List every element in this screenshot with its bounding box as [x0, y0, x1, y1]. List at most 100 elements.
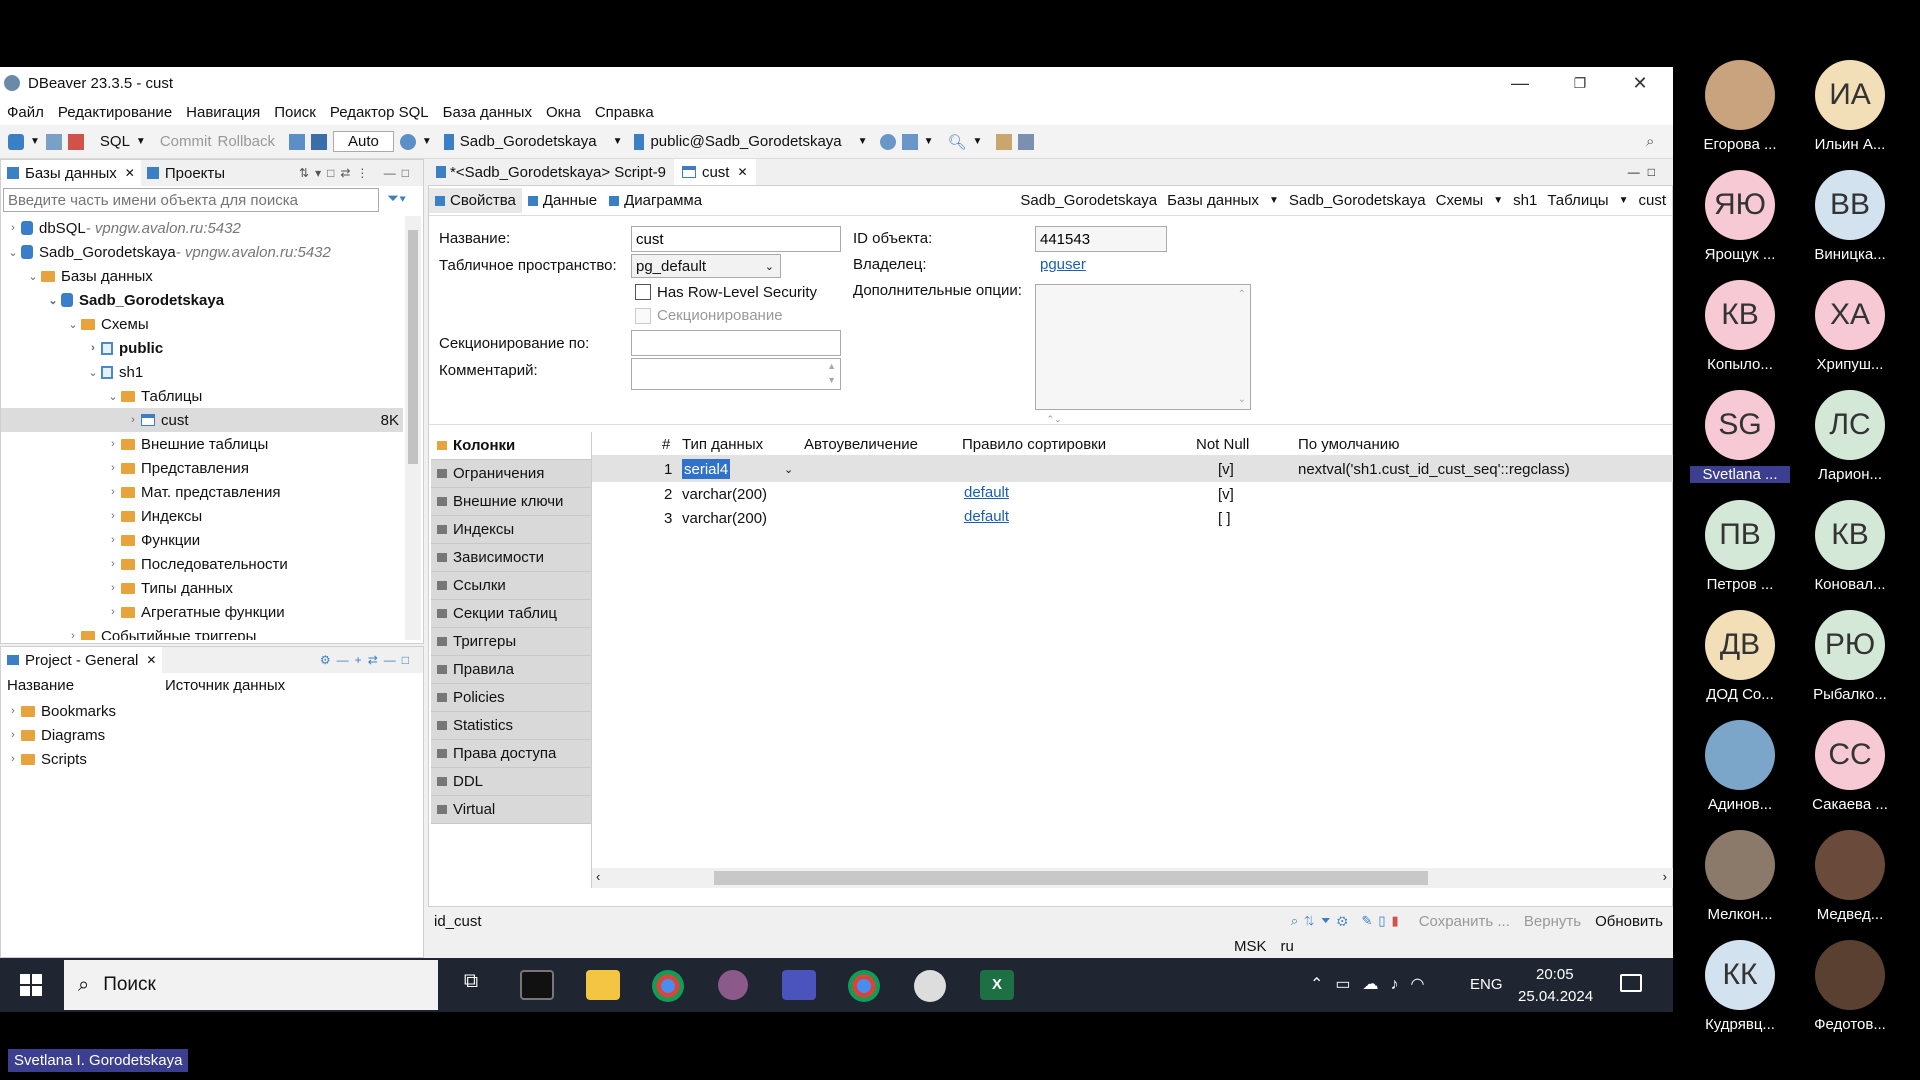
tab-cust[interactable]: cust ✕ [673, 159, 756, 185]
teams-icon[interactable] [782, 970, 816, 1000]
col-name-header[interactable]: Название [7, 677, 74, 694]
schema-selector[interactable]: public@Sadb_Gorodetskaya [650, 133, 841, 150]
dropdown-icon[interactable]: ▼ [613, 136, 623, 147]
navigator-scrollbar[interactable] [405, 216, 421, 640]
expand-icon[interactable]: › [105, 558, 121, 570]
participant-avatar[interactable] [1815, 830, 1885, 900]
dropdown-icon[interactable]: ▼ [1619, 195, 1629, 206]
col-header-default[interactable]: По умолчанию [1298, 432, 1399, 456]
menu-window[interactable]: Окна [539, 104, 588, 121]
expand-icon[interactable]: › [105, 534, 121, 546]
dbeaver-taskbar-icon[interactable] [914, 970, 946, 1002]
section-permissions[interactable]: Права доступа [431, 740, 591, 768]
type-cell[interactable]: varchar(200) [682, 506, 767, 530]
refresh-button[interactable]: Обновить [1595, 913, 1663, 930]
owner-link[interactable]: pguser [1040, 256, 1086, 273]
expand-icon[interactable]: › [85, 342, 101, 354]
type-cell[interactable]: varchar(200) [682, 482, 767, 506]
col-header-type[interactable]: Тип данных [682, 432, 763, 456]
collapse-icon[interactable]: ⌄ [5, 246, 21, 259]
start-button[interactable] [0, 958, 62, 1012]
revert-button[interactable]: Вернуть [1524, 913, 1581, 930]
tree-item[interactable]: › Функции [105, 528, 200, 552]
dropdown-icon[interactable]: ▼ [973, 136, 983, 147]
dropdown-icon[interactable]: ▼ [858, 136, 868, 147]
tree-schemas[interactable]: ⌄ Схемы [65, 312, 148, 336]
notnull-cell[interactable]: [v] [1218, 457, 1234, 481]
tablespace-select[interactable]: pg_default ⌄ [631, 254, 781, 278]
type-editor[interactable]: serial4 [682, 459, 731, 479]
dropdown-icon[interactable]: ▼ [1269, 195, 1279, 206]
section-dependencies[interactable]: Зависимости [431, 544, 591, 572]
grid-icon[interactable] [996, 133, 1013, 150]
scroll-thumb[interactable] [714, 871, 1428, 885]
participant-avatar[interactable]: СС [1815, 720, 1885, 790]
default-cell[interactable]: nextval('sh1.cust_id_cust_seq'::regclass… [1298, 457, 1570, 481]
section-rules[interactable]: Правила [431, 656, 591, 684]
participant-avatar[interactable]: КК [1705, 940, 1775, 1010]
col-source-header[interactable]: Источник данных [165, 677, 285, 694]
global-search-icon[interactable]: ⌕ [1646, 133, 1654, 150]
menu-navigate[interactable]: Навигация [179, 104, 267, 121]
input-language[interactable]: ENG [1470, 976, 1503, 993]
expand-icon[interactable]: › [105, 462, 121, 474]
editor-min-max-icon[interactable]: —□ [1628, 165, 1663, 179]
chevron-down-icon[interactable]: ⌄ [784, 457, 793, 481]
participant-avatar[interactable] [1815, 940, 1885, 1010]
participant-avatar[interactable]: РЮ [1815, 610, 1885, 680]
disconnect-icon[interactable] [67, 133, 84, 150]
scroll-thumb[interactable] [408, 230, 418, 464]
partition-by-field[interactable] [631, 330, 841, 356]
tab-project-general[interactable]: Project - General ✕ [1, 647, 163, 673]
tree-item[interactable]: › Агрегатные функции [105, 600, 284, 624]
panel-controls-icon[interactable]: ⇅▾□⇄⋮ —□ [299, 166, 415, 180]
col-header-num[interactable]: # [662, 432, 670, 456]
breadcrumb-item[interactable]: Схемы [1436, 192, 1484, 209]
menu-file[interactable]: Файл [0, 104, 51, 121]
subtab-data[interactable]: Данные [522, 188, 603, 213]
col-header-collation[interactable]: Правило сортировки [962, 432, 1106, 456]
breadcrumb-item[interactable]: sh1 [1513, 192, 1537, 209]
dropdown-icon[interactable]: ▼ [30, 136, 40, 147]
menu-sql-editor[interactable]: Редактор SQL [323, 104, 436, 121]
dropdown-icon[interactable]: ▼ [422, 136, 432, 147]
table-row[interactable]: 2 varchar(200) default [v] [592, 482, 1673, 506]
expand-icon[interactable]: › [105, 438, 121, 450]
lock-icon[interactable] [311, 133, 328, 150]
subtab-diagram[interactable]: Диаграмма [603, 188, 708, 213]
restore-button[interactable]: ❐ [1550, 67, 1610, 99]
clock-date[interactable]: 25.04.2024 [1518, 988, 1593, 1005]
expand-icon[interactable]: › [105, 510, 121, 522]
menu-database[interactable]: База данных [436, 104, 539, 121]
tree-event-triggers[interactable]: › Событийные триггеры [65, 624, 256, 640]
expand-icon[interactable]: › [65, 630, 81, 640]
tree-schema-sh1[interactable]: ⌄ sh1 [85, 360, 143, 384]
participant-avatar[interactable] [1705, 60, 1775, 130]
new-connection-icon[interactable] [8, 133, 24, 150]
section-columns[interactable]: Колонки [431, 432, 591, 460]
collation-link[interactable]: default [964, 480, 1009, 504]
participant-avatar[interactable] [1705, 830, 1775, 900]
search-icon[interactable]: 🔍︎ [947, 133, 966, 151]
section-statistics[interactable]: Statistics [431, 712, 591, 740]
tree-databases[interactable]: ⌄ Базы данных [25, 264, 152, 288]
dropdown-icon[interactable]: ▼ [1493, 195, 1503, 206]
section-partitions[interactable]: Секции таблиц [431, 600, 591, 628]
menu-help[interactable]: Справка [588, 104, 661, 121]
comment-field[interactable]: ▲ ▼ [631, 358, 841, 390]
participant-avatar[interactable]: ХА [1815, 280, 1885, 350]
participant-avatar[interactable]: КВ [1705, 280, 1775, 350]
object-search-input[interactable] [3, 188, 379, 212]
participant-avatar[interactable] [1705, 720, 1775, 790]
table-row[interactable]: 3 varchar(200) default [ ] [592, 506, 1673, 530]
expand-icon[interactable]: › [105, 606, 121, 618]
users-icon[interactable] [901, 133, 918, 150]
participant-avatar[interactable]: КВ [1815, 500, 1885, 570]
tree-item[interactable]: › Представления [105, 456, 249, 480]
project-item-diagrams[interactable]: › Diagrams [5, 723, 105, 747]
tree-item[interactable]: › Мат. представления [105, 480, 280, 504]
close-button[interactable]: ✕ [1610, 67, 1670, 99]
breadcrumb-item[interactable]: Базы данных [1167, 192, 1259, 209]
tree-item[interactable]: › Последовательности [105, 552, 288, 576]
menu-search[interactable]: Поиск [267, 104, 323, 121]
